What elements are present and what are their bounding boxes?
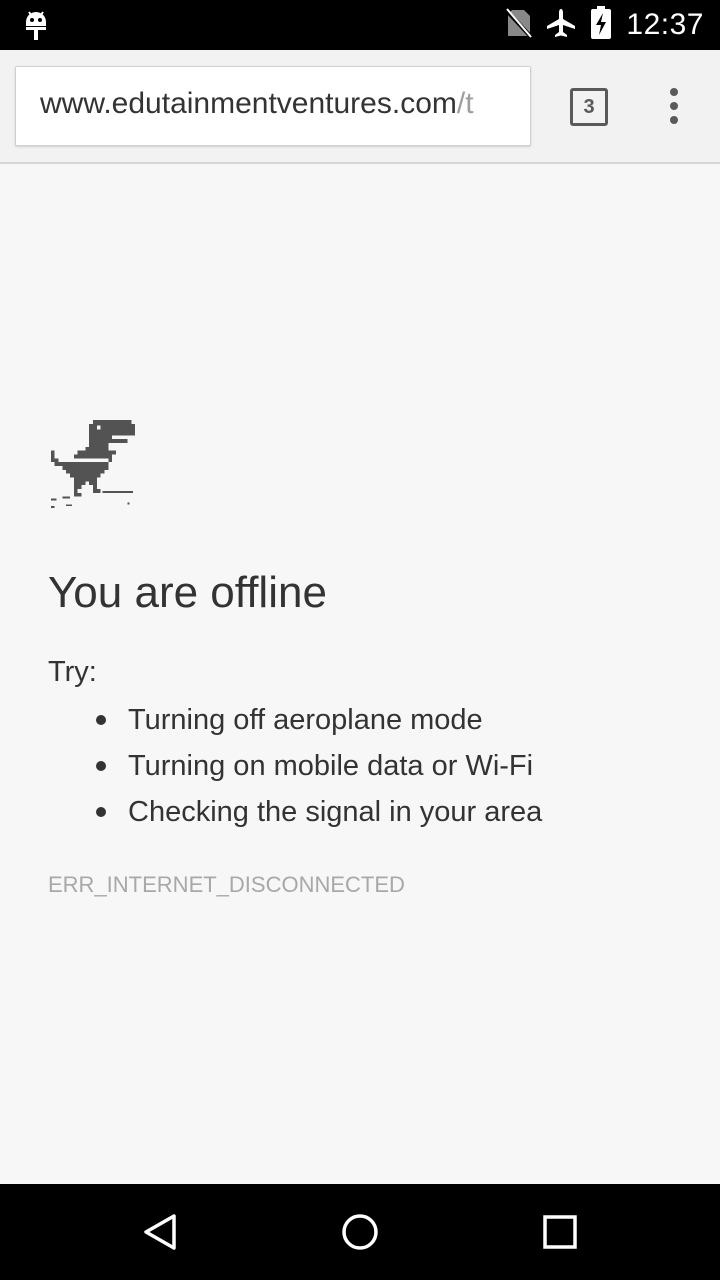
- bullet: [96, 715, 106, 725]
- offline-page: You are offline Try: Turning off aeropla…: [0, 164, 720, 1184]
- recents-icon[interactable]: [540, 1212, 580, 1252]
- more-vert-icon[interactable]: [654, 86, 694, 126]
- url-host: www.edutainmentventures.com: [40, 87, 457, 120]
- url-text: www.edutainmentventures.com/t: [40, 87, 518, 121]
- error-code: ERR_INTERNET_DISCONNECTED: [48, 872, 405, 897]
- system-nav-bar: [0, 1184, 720, 1280]
- url-path: /t: [456, 87, 474, 120]
- tab-switcher-button[interactable]: 3: [570, 88, 608, 126]
- dinosaur-icon[interactable]: [48, 420, 138, 515]
- tab-count: 3: [583, 95, 595, 118]
- list-item: Turning on mobile data or Wi-Fi: [48, 748, 542, 794]
- bullet: [96, 761, 106, 771]
- bullet: [96, 807, 106, 817]
- status-time: 12:37: [626, 8, 704, 41]
- list-item: Turning off aeroplane mode: [48, 702, 542, 748]
- battery-charging-icon: [590, 5, 612, 45]
- status-bar: 12:37: [0, 0, 720, 50]
- list-item: Checking the signal in your area: [48, 794, 542, 840]
- android-notification-icon: [24, 8, 48, 47]
- url-bar[interactable]: www.edutainmentventures.com/t: [15, 66, 531, 146]
- suggestion-list: Turning off aeroplane mode Turning on mo…: [48, 702, 542, 840]
- page-title: You are offline: [48, 568, 327, 617]
- suggestion-text: Turning off aeroplane mode: [128, 704, 483, 736]
- no-sim-icon: [504, 7, 534, 43]
- suggestion-text: Turning on mobile data or Wi-Fi: [128, 750, 534, 782]
- browser-toolbar: www.edutainmentventures.com/t 3: [0, 50, 720, 164]
- back-icon[interactable]: [140, 1212, 180, 1252]
- home-icon[interactable]: [340, 1212, 380, 1252]
- try-label: Try:: [48, 656, 97, 688]
- airplane-mode-icon: [546, 8, 576, 43]
- suggestion-text: Checking the signal in your area: [128, 796, 543, 828]
